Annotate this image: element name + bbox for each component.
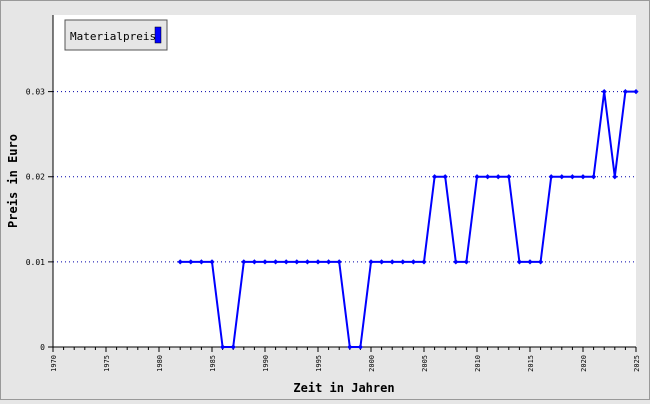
x-tick-label: 2025 [633, 355, 641, 372]
x-tick-label: 2000 [368, 355, 376, 372]
y-tick-label: 0 [40, 343, 45, 352]
y-tick-label: 0.03 [26, 88, 45, 97]
x-tick-label: 1970 [50, 355, 58, 372]
x-tick-label: 1995 [315, 355, 323, 372]
y-tick-label: 0.02 [26, 173, 45, 182]
x-tick-label: 2015 [527, 355, 535, 372]
y-axis-label: Preis in Euro [6, 134, 20, 228]
x-tick-label: 1985 [209, 355, 217, 372]
x-tick-label: 1980 [156, 355, 164, 372]
x-tick-label: 2005 [421, 355, 429, 372]
legend-swatch [154, 26, 162, 44]
line-chart: 1970 1975 1980 1985 1990 1995 2000 2005 2010 2015… [0, 0, 650, 400]
x-tick-label: 2020 [580, 355, 588, 372]
x-tick-label: 1975 [103, 355, 111, 372]
x-tick-label: 1990 [262, 355, 270, 372]
legend: Materialpreis [64, 19, 168, 51]
y-tick-label: 0.01 [26, 258, 45, 267]
x-tick-label: 2010 [474, 355, 482, 372]
legend-label: Materialpreis [70, 30, 156, 43]
x-axis-label: Zeit in Jahren [293, 381, 394, 395]
chart-container: 1970 1975 1980 1985 1990 1995 2000 2005 2010 2015… [0, 0, 650, 400]
